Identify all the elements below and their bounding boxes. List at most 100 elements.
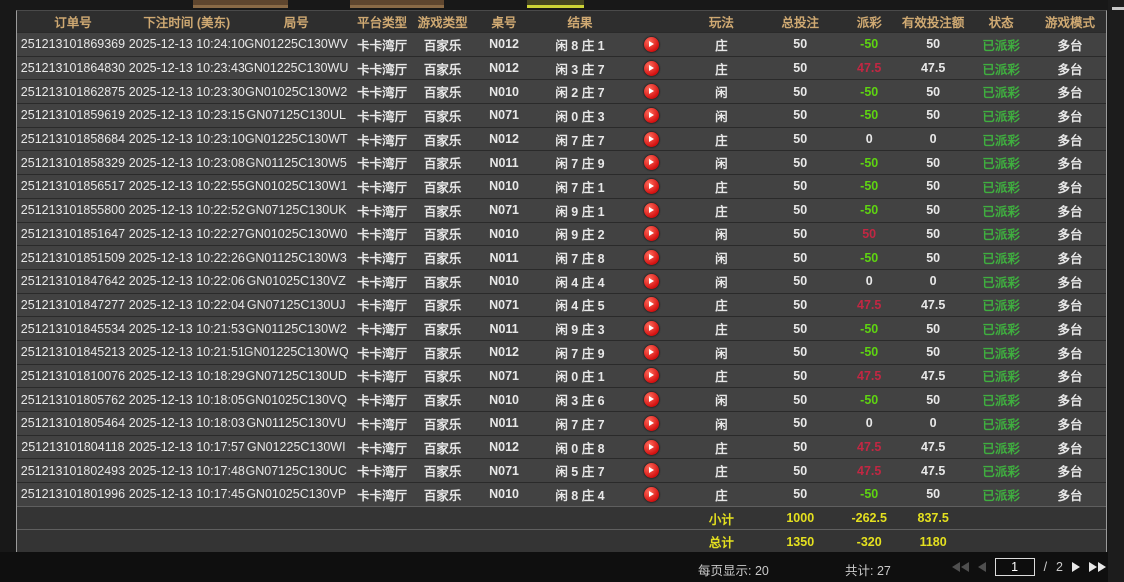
cell-replay — [620, 365, 682, 388]
cutoff-button-active[interactable] — [527, 0, 584, 8]
play-video-icon[interactable] — [644, 61, 659, 76]
cell-total-bet: 50 — [760, 199, 840, 222]
cell-valid-bet: 50 — [898, 175, 968, 198]
cell-game-mode: 多台 — [1034, 33, 1106, 56]
cell-table-no: N010 — [469, 175, 540, 198]
play-video-icon[interactable] — [644, 226, 659, 241]
cell-total-bet: 50 — [760, 436, 840, 459]
cell-game-type: 百家乐 — [417, 33, 469, 56]
cell-valid-bet: 47.5 — [898, 459, 968, 482]
cell-order-id: 251213101869369 — [17, 33, 129, 56]
cell-round-id: GN01125C130W5 — [245, 151, 348, 174]
play-video-icon[interactable] — [644, 179, 659, 194]
cell-round-id: GN01025C130VP — [245, 483, 348, 506]
last-page-button[interactable] — [1089, 562, 1106, 572]
cell-valid-bet: 0 — [898, 128, 968, 151]
cell-bet-time: 2025-12-13 10:23:08 — [129, 151, 245, 174]
play-video-icon[interactable] — [644, 132, 659, 147]
page-input[interactable] — [995, 558, 1035, 576]
play-video-icon[interactable] — [644, 463, 659, 478]
cell-payout: -50 — [840, 80, 898, 103]
cell-replay — [620, 33, 682, 56]
cutoff-button-1[interactable] — [193, 0, 288, 8]
cell-status: 已派彩 — [968, 246, 1034, 269]
cell-payout: 47.5 — [840, 459, 898, 482]
cell-round-id: GN01225C130WV — [245, 33, 348, 56]
first-page-button[interactable] — [952, 562, 969, 572]
cell-valid-bet: 0 — [898, 270, 968, 293]
cell-order-id: 251213101801996 — [17, 483, 129, 506]
cell-valid-bet: 0 — [898, 412, 968, 435]
cell-total-bet: 50 — [760, 104, 840, 127]
cell-order-id: 251213101856517 — [17, 175, 129, 198]
play-video-icon[interactable] — [644, 392, 659, 407]
cell-game-type: 百家乐 — [417, 246, 469, 269]
prev-page-button[interactable] — [978, 562, 986, 572]
col-header-bet-time: 下注时间 (美东) — [129, 11, 245, 32]
play-video-icon[interactable] — [644, 155, 659, 170]
play-video-icon[interactable] — [644, 203, 659, 218]
cell-replay — [620, 412, 682, 435]
cell-play-type: 庄 — [682, 317, 760, 340]
cell-play-type: 闲 — [682, 388, 760, 411]
table-row: 251213101802493 2025-12-13 10:17:48 GN07… — [17, 458, 1106, 482]
cell-status: 已派彩 — [968, 270, 1034, 293]
play-video-icon[interactable] — [644, 440, 659, 455]
cell-order-id: 251213101810076 — [17, 365, 129, 388]
cell-order-id: 251213101859619 — [17, 104, 129, 127]
play-video-icon[interactable] — [644, 84, 659, 99]
cell-table-no: N012 — [469, 436, 540, 459]
play-video-icon[interactable] — [644, 345, 659, 360]
cell-bet-time: 2025-12-13 10:23:15 — [129, 104, 245, 127]
cell-result: 闲 8 庄 1 — [540, 33, 621, 56]
cell-bet-time: 2025-12-13 10:17:45 — [129, 483, 245, 506]
next-page-button[interactable] — [1072, 562, 1080, 572]
cell-platform: 卡卡湾厅 — [348, 436, 417, 459]
pager-controls: / 2 — [952, 556, 1106, 578]
col-header-result: 结果 — [540, 11, 621, 32]
subtotal-valid: 837.5 — [898, 507, 968, 530]
cell-game-type: 百家乐 — [417, 341, 469, 364]
play-video-icon[interactable] — [644, 416, 659, 431]
cell-platform: 卡卡湾厅 — [348, 459, 417, 482]
play-video-icon[interactable] — [644, 297, 659, 312]
cell-game-mode: 多台 — [1034, 317, 1106, 340]
play-video-icon[interactable] — [644, 368, 659, 383]
play-video-icon[interactable] — [644, 321, 659, 336]
cell-total-bet: 50 — [760, 223, 840, 246]
cell-game-type: 百家乐 — [417, 317, 469, 340]
cell-valid-bet: 50 — [898, 80, 968, 103]
play-video-icon[interactable] — [644, 108, 659, 123]
cell-bet-time: 2025-12-13 10:18:03 — [129, 412, 245, 435]
cell-bet-time: 2025-12-13 10:22:27 — [129, 223, 245, 246]
cell-result: 闲 7 庄 7 — [540, 128, 621, 151]
cell-replay — [620, 483, 682, 506]
cell-result: 闲 7 庄 8 — [540, 246, 621, 269]
col-header-order-id: 订单号 — [17, 11, 129, 32]
cell-game-type: 百家乐 — [417, 175, 469, 198]
cutoff-button-2[interactable] — [350, 0, 444, 8]
cell-game-type: 百家乐 — [417, 436, 469, 459]
play-video-icon[interactable] — [644, 37, 659, 52]
cell-play-type: 庄 — [682, 33, 760, 56]
cell-result: 闲 0 庄 1 — [540, 365, 621, 388]
cell-replay — [620, 151, 682, 174]
cell-game-type: 百家乐 — [417, 80, 469, 103]
cell-platform: 卡卡湾厅 — [348, 317, 417, 340]
cell-table-no: N071 — [469, 365, 540, 388]
play-video-icon[interactable] — [644, 274, 659, 289]
play-video-icon[interactable] — [644, 487, 659, 502]
cell-replay — [620, 104, 682, 127]
play-video-icon[interactable] — [644, 250, 659, 265]
cell-play-type: 庄 — [682, 57, 760, 80]
cell-replay — [620, 459, 682, 482]
cell-order-id: 251213101851647 — [17, 223, 129, 246]
table-body: 251213101869369 2025-12-13 10:24:10 GN01… — [17, 32, 1106, 506]
cell-game-mode: 多台 — [1034, 341, 1106, 364]
col-header-round-id: 局号 — [245, 11, 348, 32]
cell-status: 已派彩 — [968, 294, 1034, 317]
scrollbar-artifact — [1112, 7, 1124, 10]
cell-total-bet: 50 — [760, 294, 840, 317]
cell-bet-time: 2025-12-13 10:23:43 — [129, 57, 245, 80]
cell-bet-time: 2025-12-13 10:21:51 — [129, 341, 245, 364]
